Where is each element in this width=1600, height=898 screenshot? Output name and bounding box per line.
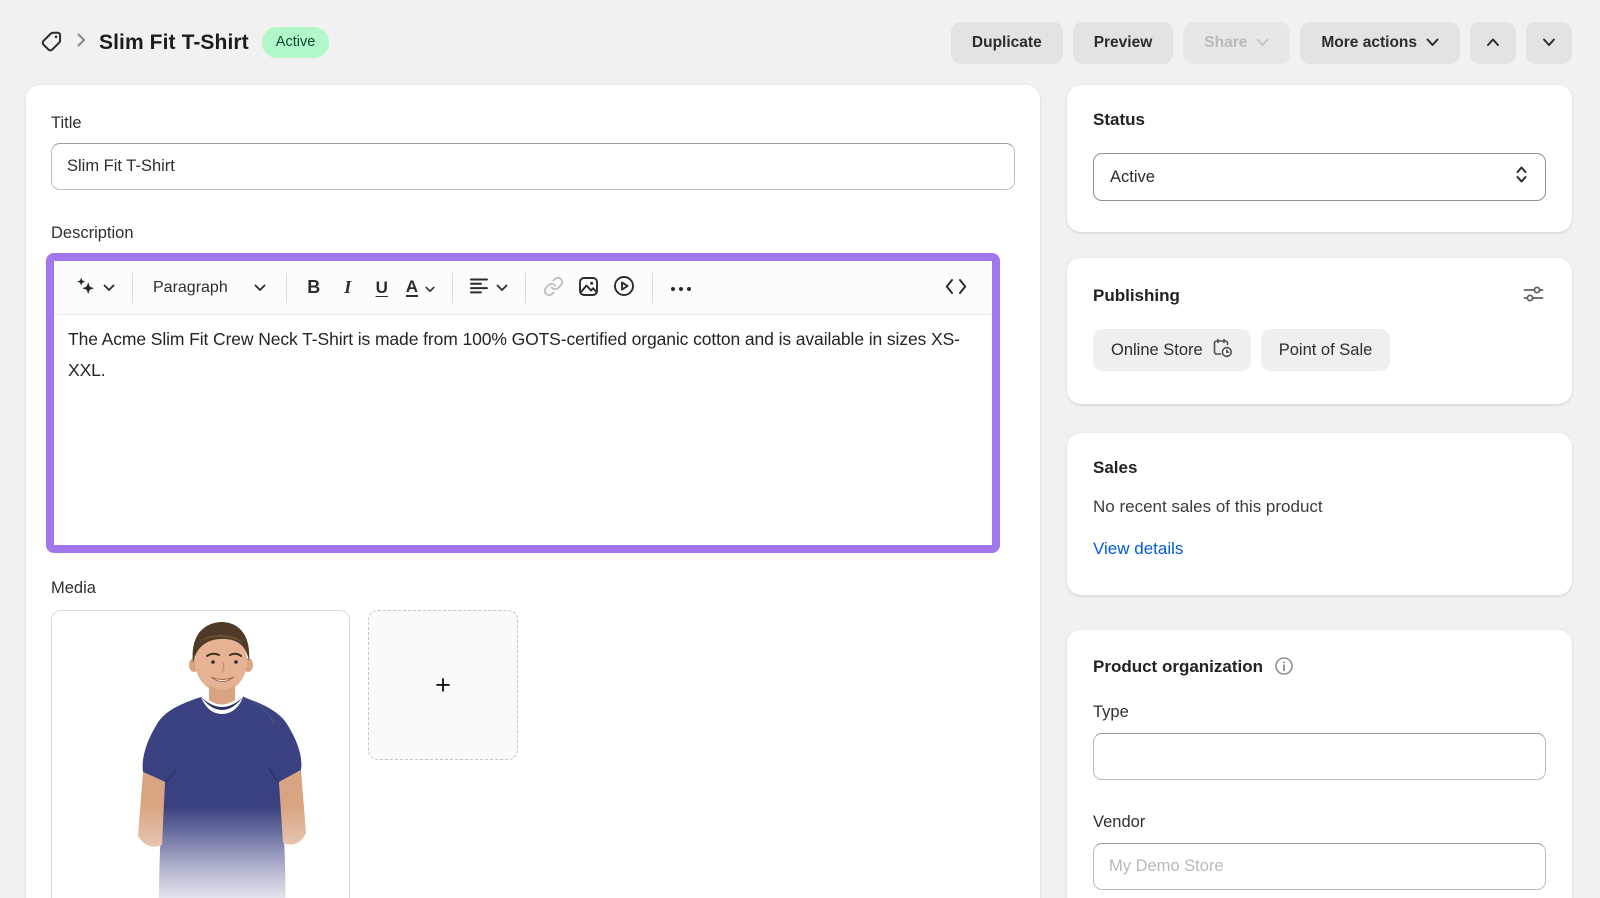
paragraph-style-dropdown[interactable]: Paragraph	[143, 270, 276, 306]
status-heading: Status	[1093, 109, 1546, 130]
chevron-up-icon	[1486, 34, 1500, 52]
product-detail-page: Slim Fit T-Shirt Active Duplicate Previe…	[0, 0, 1600, 898]
calendar-clock-icon	[1212, 338, 1233, 363]
status-select[interactable]: Active	[1093, 153, 1546, 201]
next-product-button[interactable]	[1526, 22, 1572, 64]
product-photo-man-navy-tshirt	[52, 611, 349, 898]
status-badge: Active	[262, 27, 330, 58]
toolbar-divider	[452, 273, 453, 303]
status-card: Status Active	[1067, 85, 1572, 232]
toolbar-divider	[525, 273, 526, 303]
breadcrumb-chevron-icon	[77, 33, 86, 52]
status-select-value: Active	[1110, 168, 1155, 187]
chevron-down-icon	[1426, 38, 1439, 47]
manage-publishing-button[interactable]	[1521, 282, 1546, 309]
link-icon	[543, 276, 564, 300]
text-color-button[interactable]: A	[399, 270, 442, 306]
insert-link-button[interactable]	[536, 270, 571, 306]
product-details-card: Title Description	[26, 85, 1040, 898]
plus-icon: +	[435, 670, 451, 701]
insert-image-button[interactable]	[571, 270, 606, 306]
align-left-icon	[470, 278, 489, 297]
publishing-heading: Publishing	[1093, 285, 1180, 306]
product-organization-card: Product organization Type Vendor	[1067, 630, 1572, 898]
breadcrumb: Slim Fit T-Shirt Active	[38, 27, 329, 58]
video-icon	[613, 275, 635, 300]
description-editor[interactable]: The Acme Slim Fit Crew Neck T-Shirt is m…	[54, 315, 992, 395]
channel-online-store: Online Store	[1093, 329, 1251, 371]
more-formatting-button[interactable]	[663, 270, 699, 306]
text-color-glyph: A	[406, 278, 418, 298]
tag-icon	[40, 30, 63, 56]
publishing-card: Publishing Online Store	[1067, 258, 1572, 404]
add-media-button[interactable]: +	[368, 610, 518, 760]
underline-button[interactable]: U	[365, 270, 399, 306]
chevron-down-icon	[1256, 38, 1269, 47]
more-actions-label: More actions	[1321, 34, 1417, 52]
duplicate-button[interactable]: Duplicate	[951, 22, 1063, 64]
channel-point-of-sale: Point of Sale	[1261, 329, 1391, 371]
page-title: Slim Fit T-Shirt	[99, 31, 249, 55]
channel-online-store-label: Online Store	[1111, 341, 1203, 360]
code-icon	[945, 278, 967, 298]
more-icon	[670, 280, 692, 295]
chevron-down-icon	[496, 280, 508, 295]
description-editor-highlight: Paragraph B I U A	[46, 253, 1000, 553]
chevron-down-icon	[1542, 34, 1556, 52]
sparkle-icon	[75, 276, 96, 300]
rich-text-toolbar: Paragraph B I U A	[54, 261, 992, 315]
media-label: Media	[51, 578, 1015, 598]
text-align-dropdown[interactable]	[463, 270, 515, 306]
type-input[interactable]	[1093, 733, 1546, 780]
select-updown-icon	[1514, 165, 1529, 189]
share-button[interactable]: Share	[1183, 22, 1290, 64]
toolbar-divider	[286, 273, 287, 303]
bold-button[interactable]: B	[297, 270, 331, 306]
description-text: The Acme Slim Fit Crew Neck T-Shirt is m…	[68, 324, 978, 386]
toolbar-divider	[652, 273, 653, 303]
preview-button[interactable]: Preview	[1073, 22, 1174, 64]
products-breadcrumb-button[interactable]	[38, 30, 64, 56]
italic-button[interactable]: I	[331, 270, 365, 306]
sliders-icon	[1523, 284, 1544, 307]
view-details-link[interactable]: View details	[1093, 539, 1183, 559]
show-html-button[interactable]	[938, 270, 974, 306]
ai-generate-button[interactable]	[68, 270, 122, 306]
chevron-down-icon	[254, 279, 266, 297]
sales-empty-message: No recent sales of this product	[1093, 496, 1546, 517]
info-icon[interactable]	[1272, 654, 1296, 678]
page-header: Slim Fit T-Shirt Active Duplicate Previe…	[0, 0, 1600, 85]
title-input[interactable]	[51, 143, 1015, 190]
paragraph-style-label: Paragraph	[153, 279, 228, 297]
chevron-down-icon	[425, 278, 435, 298]
title-label: Title	[51, 113, 1015, 133]
product-image-thumbnail[interactable]	[51, 610, 350, 898]
vendor-label: Vendor	[1093, 813, 1546, 832]
more-actions-button[interactable]: More actions	[1300, 22, 1460, 64]
share-button-label: Share	[1204, 34, 1247, 52]
sales-card: Sales No recent sales of this product Vi…	[1067, 433, 1572, 595]
insert-video-button[interactable]	[606, 270, 642, 306]
chevron-down-icon	[103, 280, 115, 295]
sales-heading: Sales	[1093, 457, 1546, 478]
organization-heading: Product organization	[1093, 656, 1263, 677]
previous-product-button[interactable]	[1470, 22, 1516, 64]
header-actions: Duplicate Preview Share More actions	[951, 22, 1572, 64]
media-gallery: +	[51, 610, 1015, 898]
sales-channels: Online Store Point of Sale	[1093, 329, 1546, 371]
channel-pos-label: Point of Sale	[1279, 341, 1373, 360]
type-label: Type	[1093, 703, 1546, 722]
vendor-input[interactable]	[1093, 843, 1546, 890]
toolbar-divider	[132, 273, 133, 303]
image-icon	[578, 276, 599, 300]
description-label: Description	[51, 223, 1015, 243]
